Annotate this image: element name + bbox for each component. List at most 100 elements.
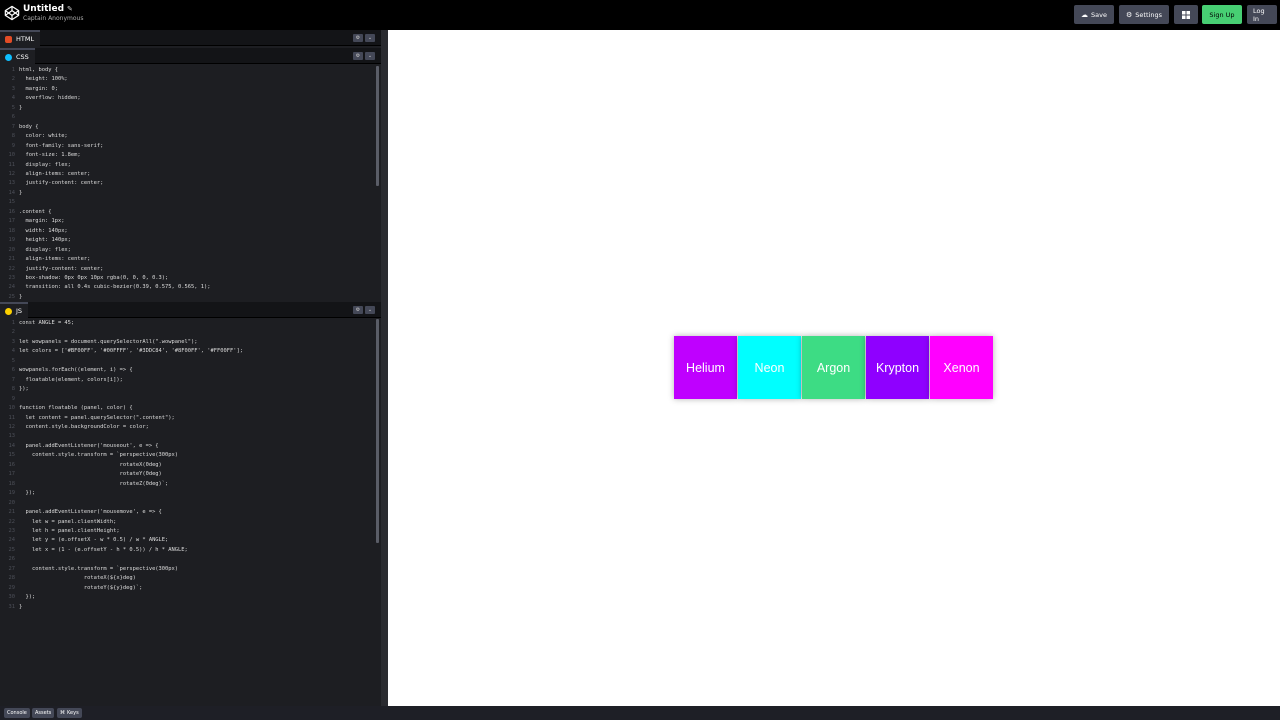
code-text: } xyxy=(19,293,23,300)
css-code-line[interactable]: 10 font-size: 1.8em; xyxy=(0,151,375,160)
js-code-line[interactable]: 23 let h = panel.clientHeight; xyxy=(0,527,375,536)
assets-button[interactable]: Assets xyxy=(32,708,55,718)
css-code-line[interactable]: 11 display: flex; xyxy=(0,161,375,170)
js-code-line[interactable]: 10 function floatable (panel, color) { xyxy=(0,404,375,413)
js-code-line[interactable]: 14 panel.addEventListener('mouseout', e … xyxy=(0,442,375,451)
settings-button[interactable]: ⚙ Settings xyxy=(1119,5,1169,24)
css-code-line[interactable]: 25} xyxy=(0,293,375,302)
html-editor-header[interactable]: HTML ⚙ ⌄ xyxy=(0,30,381,46)
panel-xenon[interactable]: Xenon xyxy=(930,336,993,399)
css-code-line[interactable]: 7 body { xyxy=(0,123,375,132)
js-code-line[interactable]: 5 xyxy=(0,357,375,366)
css-editor-header[interactable]: CSS ⚙ ⌄ xyxy=(0,48,381,64)
css-code-line[interactable]: 6 xyxy=(0,113,375,122)
panel-krypton[interactable]: Krypton xyxy=(866,336,929,399)
js-code-line[interactable]: 12 content.style.backgroundColor = color… xyxy=(0,423,375,432)
css-code-line[interactable]: 15 xyxy=(0,198,375,207)
js-code-line[interactable]: 28 rotateX(${x}deg) xyxy=(0,574,375,583)
css-code-line[interactable]: 4 overflow: hidden; xyxy=(0,94,375,103)
console-button[interactable]: Console xyxy=(4,708,30,718)
css-code-line[interactable]: 17 margin: 1px; xyxy=(0,217,375,226)
js-code-line[interactable]: 6 wowpanels.forEach((element, i) => { xyxy=(0,366,375,375)
css-code-line[interactable]: 22 justify-content: center; xyxy=(0,265,375,274)
js-code-line[interactable]: 25 let x = (1 - (e.offsetY - h * 0.5)) /… xyxy=(0,546,375,555)
editor-preview-resizer[interactable] xyxy=(381,30,388,706)
pencil-icon[interactable]: ✎ xyxy=(67,5,73,13)
tab-css[interactable]: CSS xyxy=(0,48,35,64)
js-code-line[interactable]: 30 }); xyxy=(0,593,375,602)
css-code-line[interactable]: 20 display: flex; xyxy=(0,246,375,255)
js-code-editor[interactable]: 1 const ANGLE = 45; 2 3 let wowpanels = docu… xyxy=(0,319,375,619)
console-label: Console xyxy=(7,710,27,716)
js-settings-gear-icon[interactable]: ⚙ xyxy=(353,306,363,314)
css-code-line[interactable]: 3 margin: 0; xyxy=(0,85,375,94)
login-button[interactable]: Log In xyxy=(1247,5,1277,24)
js-code-line[interactable]: 2 xyxy=(0,328,375,337)
css-collapse-chevron-icon[interactable]: ⌄ xyxy=(365,52,375,60)
js-code-line[interactable]: 27 content.style.transform = `perspectiv… xyxy=(0,565,375,574)
js-code-line[interactable]: 29 rotateY(${y}deg)`; xyxy=(0,584,375,593)
tab-html[interactable]: HTML xyxy=(0,30,41,46)
line-number: 27 xyxy=(8,565,16,572)
css-code-line[interactable]: 23 box-shadow: 0px 0px 10px rgba(0, 0, 0… xyxy=(0,274,375,283)
panel-neon[interactable]: Neon xyxy=(738,336,801,399)
css-code-line[interactable]: 13 justify-content: center; xyxy=(0,179,375,188)
codepen-logo-icon[interactable] xyxy=(4,5,20,21)
css-code-line[interactable]: 8 color: white; xyxy=(0,132,375,141)
tab-js[interactable]: JS xyxy=(0,302,29,318)
js-code-line[interactable]: 4 let colors = ['#BF00FF', '#00FFFF', '#3… xyxy=(0,347,375,356)
html-settings-gear-icon[interactable]: ⚙ xyxy=(353,34,363,42)
code-text: .content { xyxy=(19,208,52,215)
css-code-editor[interactable]: 1 html, body {2 height: 100%; 3 margin: 0;… xyxy=(0,66,375,302)
pen-title[interactable]: Untitled ✎ xyxy=(23,4,83,14)
css-settings-gear-icon[interactable]: ⚙ xyxy=(353,52,363,60)
code-text: panel.addEventListener('mousemove', e =>… xyxy=(19,509,162,516)
css-code-line[interactable]: 18 width: 140px; xyxy=(0,227,375,236)
panel-helium[interactable]: Helium xyxy=(674,336,737,399)
js-editor-header[interactable]: JS ⚙ ⌄ xyxy=(0,302,381,318)
css-language-icon xyxy=(5,53,12,61)
signup-button[interactable]: Sign Up xyxy=(1202,5,1242,24)
js-scrollbar[interactable] xyxy=(376,319,379,543)
css-code-line[interactable]: 1 html, body { xyxy=(0,66,375,75)
js-code-line[interactable]: 9 xyxy=(0,395,375,404)
css-code-line[interactable]: 21 align-items: center; xyxy=(0,255,375,264)
js-code-line[interactable]: 22 let w = panel.clientWidth; xyxy=(0,518,375,527)
js-code-line[interactable]: 17 rotateY(0deg) xyxy=(0,470,375,479)
css-code-line[interactable]: 24 transition: all 0.4s cubic-bezier(0.3… xyxy=(0,283,375,292)
css-code-line[interactable]: 19 height: 140px; xyxy=(0,236,375,245)
preview-pane: Helium Neon Argon Krypton Xenon xyxy=(388,30,1280,706)
save-button[interactable]: ☁ Save xyxy=(1074,5,1114,24)
js-code-line[interactable]: 21 panel.addEventListener('mousemove', e… xyxy=(0,508,375,517)
css-code-line[interactable]: 16 .content { xyxy=(0,208,375,217)
code-text: justify-content: center; xyxy=(19,180,104,187)
js-code-line[interactable]: 1 const ANGLE = 45; xyxy=(0,319,375,328)
js-code-line[interactable]: 24 let y = (e.offsetX - w * 0.5) / w * A… xyxy=(0,536,375,545)
css-code-line[interactable]: 9 font-family: sans-serif; xyxy=(0,142,375,151)
line-number: 4 xyxy=(11,348,15,355)
css-code-line[interactable]: 5} xyxy=(0,104,375,113)
js-code-line[interactable]: 7 floatable(element, colors[i]); xyxy=(0,376,375,385)
js-code-line[interactable]: 20 xyxy=(0,499,375,508)
css-scrollbar[interactable] xyxy=(376,66,379,186)
js-code-line[interactable]: 8}); xyxy=(0,385,375,394)
panel-argon[interactable]: Argon xyxy=(802,336,865,399)
js-code-line[interactable]: 18 rotateZ(0deg)`; xyxy=(0,480,375,489)
js-code-line[interactable]: 3 let wowpanels = document.querySelectorA… xyxy=(0,338,375,347)
layout-button[interactable] xyxy=(1174,5,1198,24)
css-code-line[interactable]: 2 height: 100%; xyxy=(0,75,375,84)
js-collapse-chevron-icon[interactable]: ⌄ xyxy=(365,306,375,314)
js-code-line[interactable]: 13 xyxy=(0,432,375,441)
js-code-line[interactable]: 26 xyxy=(0,555,375,564)
line-number: 8 xyxy=(11,386,15,393)
js-code-line[interactable]: 15 content.style.transform = `perspectiv… xyxy=(0,451,375,460)
js-code-line[interactable]: 11 let content = panel.querySelector(".c… xyxy=(0,414,375,423)
html-collapse-chevron-icon[interactable]: ⌄ xyxy=(365,34,375,42)
css-code-line[interactable]: 12 align-items: center; xyxy=(0,170,375,179)
js-code-line[interactable]: 16 rotateX(0deg) xyxy=(0,461,375,470)
css-code-line[interactable]: 14} xyxy=(0,189,375,198)
js-code-line[interactable]: 31} xyxy=(0,603,375,612)
assets-label: Assets xyxy=(35,710,52,716)
js-code-line[interactable]: 19 }); xyxy=(0,489,375,498)
keys-button[interactable]: ⌘ Keys xyxy=(57,708,82,718)
